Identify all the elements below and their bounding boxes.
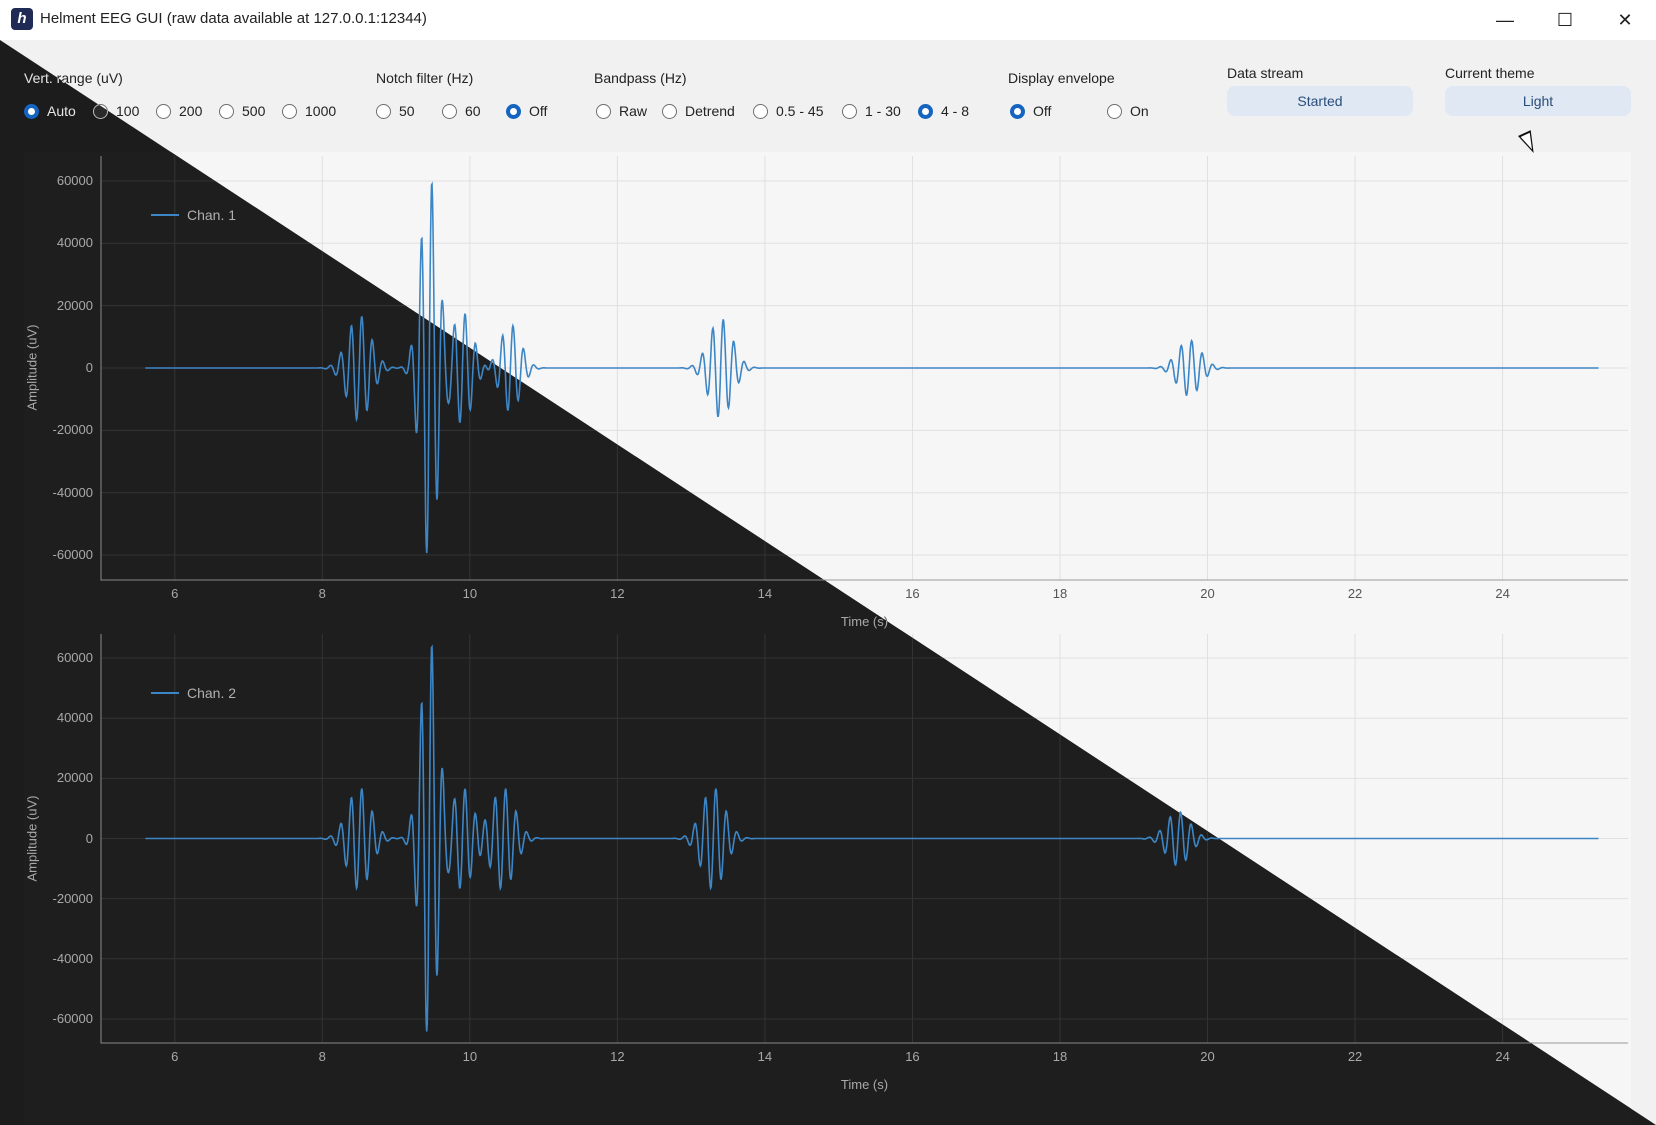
y-axis-title: Amplitude (uV) (24, 795, 40, 881)
bandpass-option-raw[interactable]: Raw (596, 101, 647, 121)
y-tick-label: 40000 (56, 710, 93, 726)
display-envelope-option-on[interactable]: On (1107, 101, 1149, 121)
current-theme-label: Current theme (1445, 65, 1535, 81)
x-tick-label: 14 (757, 1049, 773, 1064)
y-tick-label: -40000 (52, 950, 93, 966)
vert-range-option-500[interactable]: 500 (219, 101, 265, 121)
x-tick-label: 8 (318, 586, 326, 601)
radio-label: 100 (116, 103, 140, 119)
radio-button-icon[interactable] (1107, 103, 1122, 119)
radio-button-icon[interactable] (753, 103, 768, 119)
x-tick-label: 6 (171, 1049, 179, 1064)
chan1-legend: Chan. 1 (151, 207, 236, 223)
radio-button-icon[interactable] (156, 103, 171, 119)
radio-button-icon[interactable] (1010, 103, 1025, 119)
notch-filter-option-off[interactable]: Off (506, 101, 547, 121)
x-tick-label: 20 (1200, 1049, 1215, 1064)
radio-label: Off (1033, 103, 1052, 119)
radio-label: 0.5 - 45 (776, 103, 824, 119)
x-tick-label: 20 (1200, 586, 1215, 601)
x-tick-label: 12 (610, 586, 625, 601)
x-tick-label: 8 (318, 1049, 326, 1064)
legend-label: Chan. 2 (187, 685, 237, 701)
x-tick-label: 14 (757, 586, 773, 601)
x-tick-label: 24 (1495, 1049, 1510, 1064)
vert-range-option-auto[interactable]: Auto (24, 101, 76, 121)
radio-label: 500 (242, 103, 266, 119)
x-tick-label: 22 (1347, 1049, 1363, 1064)
radio-label: Auto (47, 103, 76, 119)
radio-label: 1000 (305, 103, 337, 119)
legend-swatch (151, 692, 179, 694)
x-tick-label: 18 (1052, 1049, 1068, 1064)
radio-button-icon[interactable] (506, 103, 521, 119)
x-tick-label: 10 (462, 586, 478, 601)
x-tick-label: 16 (905, 586, 920, 601)
radio-label: On (1130, 103, 1149, 119)
x-tick-label: 22 (1347, 586, 1363, 601)
radio-button-icon[interactable] (662, 103, 677, 119)
radio-label: 60 (465, 103, 481, 119)
radio-button-icon[interactable] (219, 103, 234, 119)
radio-label: Off (529, 103, 548, 119)
close-button[interactable]: ✕ (1595, 0, 1655, 40)
vert-range-option-200[interactable]: 200 (156, 101, 202, 121)
notch-filter-label: Notch filter (Hz) (376, 70, 474, 86)
y-tick-label: 60000 (56, 650, 93, 666)
x-tick-label: 6 (171, 586, 179, 601)
chan2-legend: Chan. 2 (151, 685, 236, 701)
x-tick-label: 24 (1495, 586, 1510, 601)
title-bar[interactable]: h Helment EEG GUI (raw data available at… (0, 0, 1656, 40)
theme-toggle-button[interactable]: Light (1445, 86, 1631, 116)
radio-label: 1 - 30 (865, 103, 901, 119)
y-tick-label: 40000 (56, 235, 93, 251)
y-axis-title: Amplitude (uV) (24, 324, 40, 411)
notch-filter-option-60[interactable]: 60 (442, 101, 481, 121)
display-envelope-option-off[interactable]: Off (1010, 101, 1051, 121)
bandpass-option-detrend[interactable]: Detrend (662, 101, 735, 121)
radio-label: 50 (399, 103, 415, 119)
x-tick-label: 16 (905, 1049, 920, 1064)
radio-button-icon[interactable] (24, 103, 39, 119)
bandpass-option-4-8[interactable]: 4 - 8 (918, 101, 969, 121)
radio-button-icon[interactable] (282, 103, 297, 119)
y-tick-label: -60000 (52, 547, 93, 563)
legend-label: Chan. 1 (187, 207, 237, 223)
bandpass-option-1-30[interactable]: 1 - 30 (842, 101, 901, 121)
app-window: h Helment EEG GUI (raw data available at… (0, 0, 1656, 1125)
radio-button-icon[interactable] (918, 103, 933, 119)
main-content: Vert. range (uV) Notch filter (Hz) Bandp… (0, 40, 1656, 1125)
window-title: Helment EEG GUI (raw data available at 1… (40, 10, 427, 27)
radio-label: 4 - 8 (941, 103, 970, 119)
data-stream-label: Data stream (1227, 65, 1304, 81)
radio-button-icon[interactable] (442, 103, 457, 119)
radio-button-icon[interactable] (596, 103, 611, 119)
x-axis-title: Time (s) (840, 1077, 889, 1092)
bandpass-label: Bandpass (Hz) (594, 70, 687, 86)
vert-range-option-1000[interactable]: 1000 (282, 101, 336, 121)
radio-label: 200 (179, 103, 203, 119)
radio-label: Raw (619, 103, 648, 119)
legend-swatch (151, 214, 179, 216)
display-envelope-label: Display envelope (1008, 70, 1115, 86)
radio-label: Detrend (685, 103, 735, 119)
minimize-button[interactable]: — (1475, 0, 1535, 40)
helment-logo-icon: h (11, 8, 33, 30)
notch-filter-option-50[interactable]: 50 (376, 101, 415, 121)
maximize-button[interactable]: ☐ (1535, 0, 1595, 40)
y-tick-label: -40000 (52, 484, 93, 500)
radio-button-icon[interactable] (842, 103, 857, 119)
radio-button-icon[interactable] (376, 103, 391, 119)
x-tick-label: 18 (1052, 586, 1068, 601)
x-tick-label: 10 (462, 1049, 478, 1064)
data-stream-button[interactable]: Started (1227, 86, 1413, 116)
x-tick-label: 12 (610, 1049, 625, 1064)
y-tick-label: 60000 (56, 172, 93, 188)
bandpass-option-0-5-45[interactable]: 0.5 - 45 (753, 101, 823, 121)
y-tick-label: -60000 (52, 1010, 93, 1026)
